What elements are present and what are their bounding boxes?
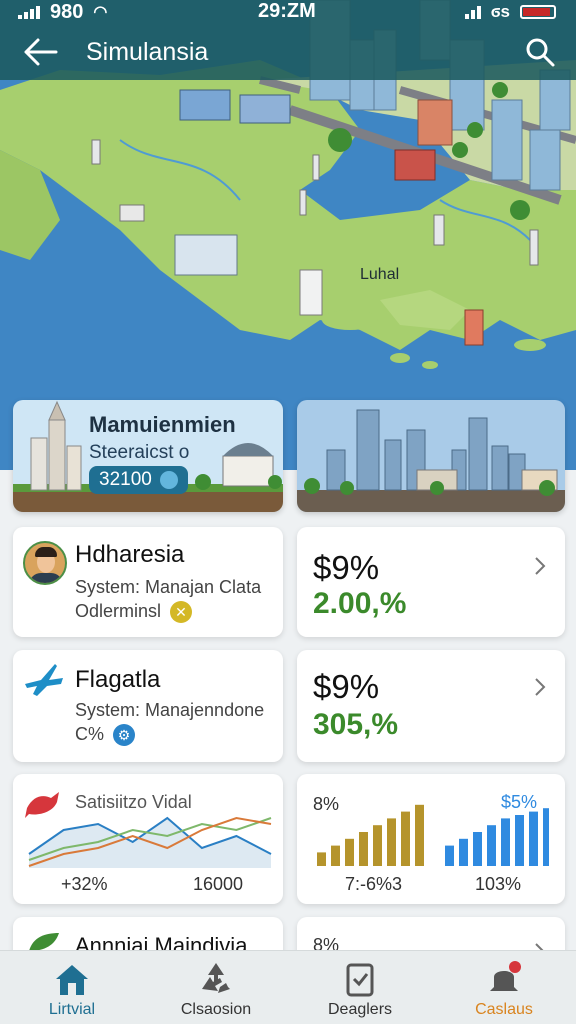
back-arrow-icon[interactable] [22,36,58,68]
chart-1-right-value: 16000 [193,874,244,894]
tools-icon: ✕ [170,601,193,624]
bar-series-1-bar-6 [387,818,396,866]
chevron-right-icon[interactable] [533,676,547,698]
bar-series-1-bar-5 [373,825,382,866]
bar-series-2-bar-2 [459,838,468,866]
avatar [23,541,67,585]
bar-series-1-bar-1 [317,852,326,866]
bar-series-2-bar-5 [501,818,510,866]
chart-1-left-value: +32% [61,874,108,894]
line-chart [28,816,272,868]
map-location-label[interactable]: Luhal [360,266,399,284]
bar-series-2-bar-8 [543,808,549,866]
link-icon [159,471,178,489]
hero-value: 32100 [99,469,152,490]
stat-2-value: $9% [313,668,380,705]
bar-chart-card[interactable]: 8% $5% 7:-6%3 103% [297,774,565,904]
chart-1-title: Satisiitzo Vidal [75,792,192,812]
signal-icon [18,5,40,19]
stat-card-2[interactable]: $9% 305,% [297,650,565,762]
nav-item-classification[interactable]: Clsaosion [144,951,288,1024]
flag-line-2: C% [75,724,105,744]
chevron-right-icon[interactable] [533,555,547,577]
nav-label-classification: Clsaosion [180,1001,252,1018]
bar-series-2-bar-7 [529,811,538,866]
status-left-text: 980 [50,0,84,23]
status-right-text: ϭs [490,2,510,21]
status-bar: 980 ◠ 29:ZM ϭs [0,0,576,24]
chart-2-left-value: 7:-6%3 [345,874,403,894]
bar-series-2-bar-6 [515,815,524,866]
stat-2-change: 305,% [313,708,399,741]
flag-line-1: System: Manajenndone [75,700,265,720]
flag-line-2-wrap: C% ⚙ [75,724,136,747]
bar-series-1-bar-7 [401,811,410,866]
hero-card-overview[interactable]: Mamuienmien Steeraicst o 32100 [13,400,283,512]
nav-item-dealers[interactable]: Deaglers [288,951,432,1024]
profile-line-2: Odlerminsl [75,601,162,621]
hero-title: Mamuienmien [89,412,236,437]
hero-subtitle: Steeraicst o [89,442,190,463]
plane-icon [25,664,63,696]
search-icon[interactable] [524,36,556,68]
bar-chart [317,804,549,866]
bottom-nav: Lirtvial Clsaosion Deaglers Caslaus [0,950,576,1024]
bar-series-1-bar-4 [359,832,368,866]
nav-label-dealers: Deaglers [327,1001,393,1018]
city-skyline-image [297,400,565,512]
profile-card[interactable]: Hdharesia System: Manajan Clata Odlermin… [13,527,283,637]
nav-item-cases[interactable]: Caslaus [432,951,576,1024]
stat-card-1[interactable]: $9% 2.00,% [297,527,565,637]
profile-line-1: System: Manajan Clata [75,577,262,597]
nav-label-cases: Caslaus [475,1001,533,1018]
page-title: Simulansia [86,38,209,66]
settings-icon: ⚙ [113,724,136,747]
chart-2-right-value: 103% [475,874,522,894]
nav-label-home: Lirtvial [48,1001,96,1018]
notification-bell-icon [490,961,521,991]
bar-series-2-bar-4 [487,825,496,866]
line-chart-card[interactable]: Satisiitzo Vidal +32% 16000 [13,774,283,904]
stat-1-change: 2.00,% [313,587,407,620]
flag-title: Flagatla [75,666,161,693]
hero-value-pill[interactable]: 32100 [89,466,188,494]
battery-icon [520,5,556,19]
profile-line-2-wrap: Odlerminsl ✕ [75,601,193,624]
recycle-icon [202,963,230,993]
nav-item-home[interactable]: Lirtvial [0,951,144,1024]
app-bar: Simulansia [0,24,576,80]
cellular-icon [464,5,481,19]
wifi-icon: ◠ [93,4,108,21]
home-icon [56,965,88,995]
hero-card-skyline[interactable] [297,400,565,512]
status-time: 29:ZM [258,0,316,22]
flag-card[interactable]: Flagatla System: Manajenndone C% ⚙ [13,650,283,762]
bar-series-2-bar-1 [445,845,454,866]
bar-series-1-bar-2 [331,845,340,866]
clipboard-icon [346,963,374,997]
bar-series-1-bar-8 [415,804,424,866]
bar-series-2-bar-3 [473,832,482,866]
stat-1-value: $9% [313,549,380,586]
profile-name: Hdharesia [75,541,185,568]
bar-series-1-bar-3 [345,838,354,866]
